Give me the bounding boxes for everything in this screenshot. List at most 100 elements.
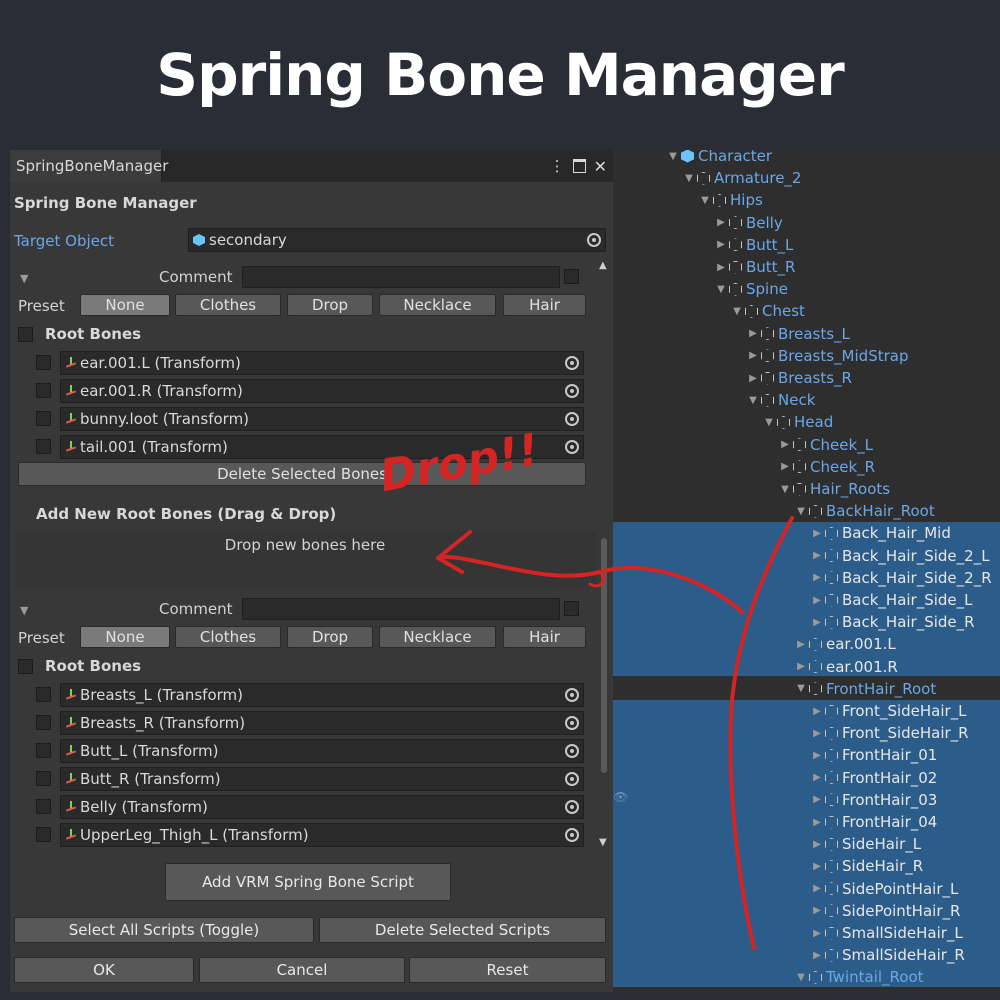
scroll-down-icon[interactable]: ▼ [599,837,607,848]
expand-down-arrow-icon[interactable]: ▼ [731,306,743,317]
hierarchy-item[interactable]: ▶ Butt_R [715,256,795,278]
visibility-eye-icon[interactable]: 👁 [613,790,628,804]
hierarchy-item[interactable]: ▶ Back_Hair_Side_2_R [811,567,992,589]
hierarchy-item[interactable]: ▶ FrontHair_01 [811,744,937,766]
hierarchy-item[interactable]: ▶ Butt_L [715,234,793,256]
preset-clothes-button[interactable]: Clothes [175,626,281,648]
hierarchy-item[interactable]: ▶ Cheek_R [779,456,875,478]
hierarchy-item[interactable]: ▶ Back_Hair_Side_2_L [811,545,989,567]
hierarchy-item[interactable]: ▶ Front_SideHair_L [811,700,966,722]
preset-none-button[interactable]: None [80,294,170,316]
window-tab[interactable]: SpringBoneManager [10,150,168,182]
foldout-arrow-icon[interactable]: ▼ [20,272,28,285]
maximize-icon[interactable] [572,159,586,173]
bone-checkbox[interactable] [36,355,51,370]
expand-down-arrow-icon[interactable]: ▼ [795,506,807,517]
entries-scrollbar[interactable]: ▲ ▼ [598,258,610,850]
bone-transform-field[interactable]: bunny.loot (Transform) [60,407,584,431]
hierarchy-item[interactable]: ▼ Twintail_Root [795,966,923,988]
hierarchy-item[interactable]: ▶ SideHair_L [811,833,921,855]
entry-checkbox[interactable] [564,269,579,284]
collapse-right-arrow-icon[interactable]: ▶ [811,617,823,628]
collapse-right-arrow-icon[interactable]: ▶ [811,883,823,894]
hierarchy-panel[interactable]: 👁 ▼ Character ▼ Armature_2 ▼ Hips ▶ Belly ▶ Butt_… [613,150,1000,992]
hierarchy-item[interactable]: ▶ Back_Hair_Side_R [811,611,974,633]
hierarchy-item[interactable]: ▼ Chest [731,300,805,322]
bone-transform-field[interactable]: Breasts_R (Transform) [60,711,584,735]
hierarchy-item[interactable]: ▶ Belly [715,212,783,234]
delete-selected-scripts-button[interactable]: Delete Selected Scripts [319,917,606,943]
expand-down-arrow-icon[interactable]: ▼ [699,195,711,206]
collapse-right-arrow-icon[interactable]: ▶ [795,661,807,672]
collapse-right-arrow-icon[interactable]: ▶ [811,595,823,606]
expand-down-arrow-icon[interactable]: ▼ [715,284,727,295]
object-picker-icon[interactable] [565,440,579,454]
object-picker-icon[interactable] [565,412,579,426]
collapse-right-arrow-icon[interactable]: ▶ [747,373,759,384]
object-picker-icon[interactable] [565,744,579,758]
bone-checkbox[interactable] [36,799,51,814]
bone-transform-field[interactable]: Breasts_L (Transform) [60,683,584,707]
expand-down-arrow-icon[interactable]: ▼ [667,151,679,162]
bone-checkbox[interactable] [36,411,51,426]
bone-checkbox[interactable] [36,439,51,454]
collapse-right-arrow-icon[interactable]: ▶ [811,950,823,961]
comment-input[interactable] [242,266,560,288]
bone-transform-field[interactable]: Butt_L (Transform) [60,739,584,763]
preset-hair-button[interactable]: Hair [503,294,586,316]
entry-checkbox[interactable] [564,601,579,616]
collapse-right-arrow-icon[interactable]: ▶ [811,928,823,939]
preset-drop-button[interactable]: Drop [287,626,373,648]
hierarchy-item[interactable]: ▶ Breasts_L [747,323,850,345]
scrollbar-thumb[interactable] [601,538,607,773]
expand-down-arrow-icon[interactable]: ▼ [795,683,807,694]
target-object-field[interactable]: secondary [188,228,606,252]
close-icon[interactable]: ✕ [594,157,607,176]
expand-down-arrow-icon[interactable]: ▼ [763,417,775,428]
collapse-right-arrow-icon[interactable]: ▶ [715,262,727,273]
hierarchy-item[interactable]: ▼ Neck [747,389,815,411]
add-vrm-spring-bone-script-button[interactable]: Add VRM Spring Bone Script [165,863,451,901]
hierarchy-item[interactable]: ▶ Back_Hair_Side_L [811,589,972,611]
hierarchy-item[interactable]: ▶ SmallSideHair_L [811,922,963,944]
hierarchy-item[interactable]: ▶ FrontHair_03 [811,789,937,811]
collapse-right-arrow-icon[interactable]: ▶ [811,572,823,583]
bone-transform-field[interactable]: ear.001.L (Transform) [60,351,584,375]
hierarchy-item[interactable]: ▶ SideHair_R [811,855,923,877]
bone-checkbox[interactable] [36,383,51,398]
preset-necklace-button[interactable]: Necklace [379,294,496,316]
object-picker-icon[interactable] [565,772,579,786]
preset-none-button[interactable]: None [80,626,170,648]
expand-down-arrow-icon[interactable]: ▼ [795,972,807,983]
hierarchy-item[interactable]: ▼ Spine [715,278,788,300]
hierarchy-item[interactable]: ▼ FrontHair_Root [795,678,936,700]
hierarchy-item[interactable]: ▶ SmallSideHair_R [811,944,965,966]
collapse-right-arrow-icon[interactable]: ▶ [811,706,823,717]
object-picker-icon[interactable] [565,688,579,702]
bone-transform-field[interactable]: UpperLeg_Thigh_L (Transform) [60,823,584,847]
kebab-menu-icon[interactable]: ⋮ [550,157,565,175]
expand-down-arrow-icon[interactable]: ▼ [747,395,759,406]
bone-transform-field[interactable]: Belly (Transform) [60,795,584,819]
hierarchy-item[interactable]: ▶ SidePointHair_R [811,900,960,922]
bone-transform-field[interactable]: Butt_R (Transform) [60,767,584,791]
select-all-scripts-button[interactable]: Select All Scripts (Toggle) [14,917,314,943]
reset-button[interactable]: Reset [409,957,606,983]
hierarchy-item[interactable]: ▶ Breasts_R [747,367,852,389]
bone-checkbox[interactable] [36,715,51,730]
bone-drop-area[interactable]: Drop new bones here [14,531,596,587]
expand-down-arrow-icon[interactable]: ▼ [779,484,791,495]
object-picker-icon[interactable] [565,800,579,814]
collapse-right-arrow-icon[interactable]: ▶ [811,861,823,872]
collapse-right-arrow-icon[interactable]: ▶ [747,328,759,339]
hierarchy-item[interactable]: ▶ Cheek_L [779,434,873,456]
collapse-right-arrow-icon[interactable]: ▶ [795,639,807,650]
hierarchy-item[interactable]: ▶ FrontHair_02 [811,767,937,789]
collapse-right-arrow-icon[interactable]: ▶ [747,350,759,361]
bone-checkbox[interactable] [36,743,51,758]
object-picker-icon[interactable] [587,233,601,247]
collapse-right-arrow-icon[interactable]: ▶ [811,905,823,916]
scroll-up-icon[interactable]: ▲ [599,260,607,271]
foldout-arrow-icon[interactable]: ▼ [20,604,28,617]
collapse-right-arrow-icon[interactable]: ▶ [715,217,727,228]
